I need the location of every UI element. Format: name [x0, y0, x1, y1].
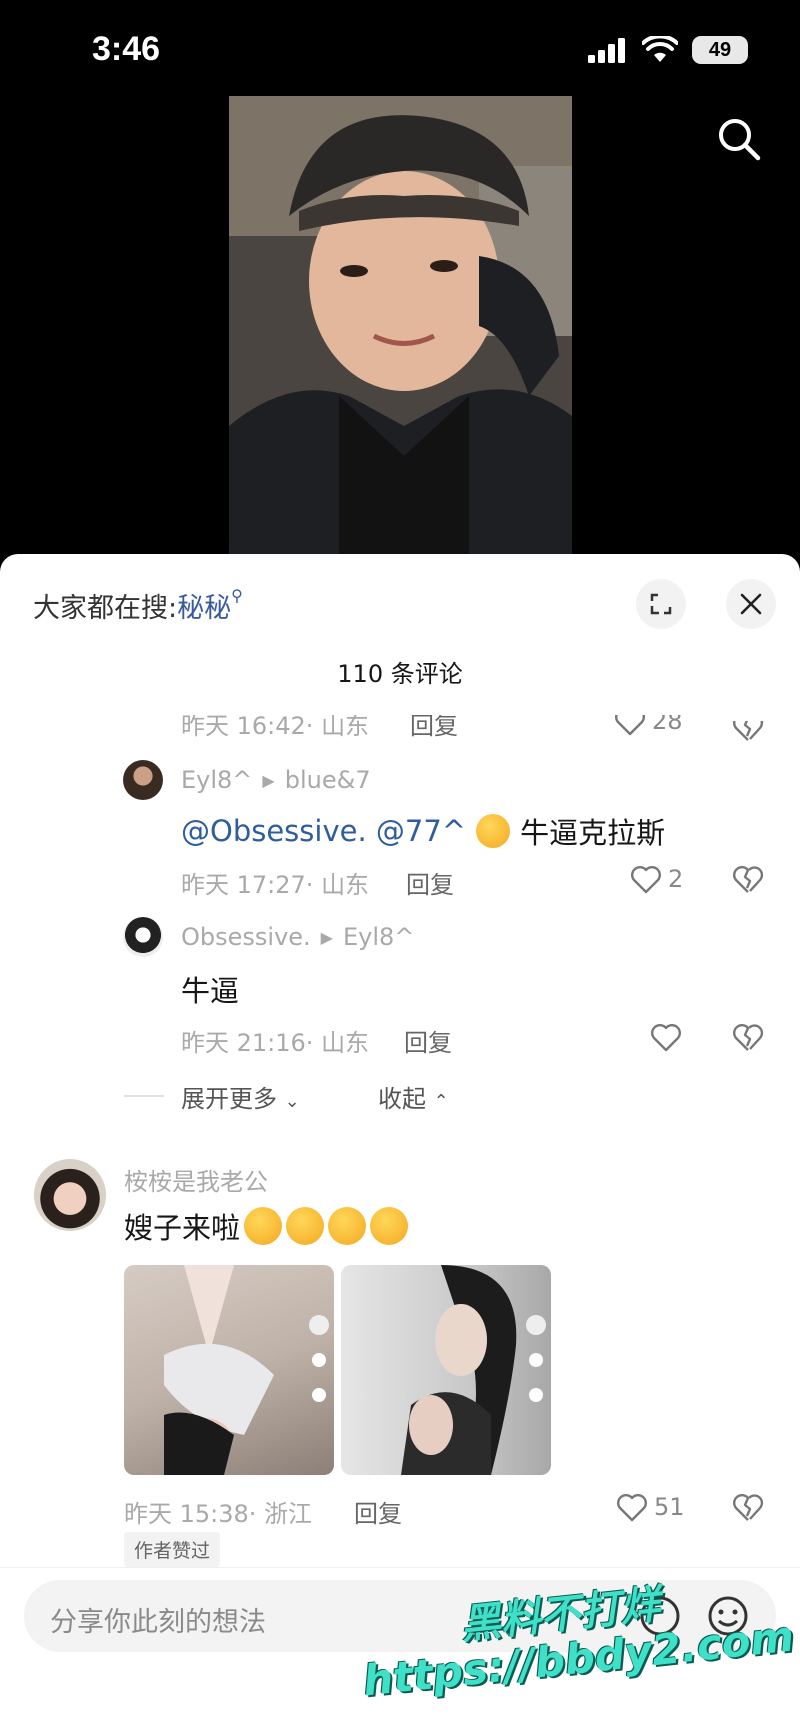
reply-button[interactable]: 回复 — [354, 1494, 402, 1529]
broken-heart-icon[interactable] — [732, 1492, 764, 1522]
reply-button[interactable]: 回复 — [406, 865, 454, 900]
comment-time: 昨天 16:42 — [181, 712, 306, 740]
comment-text: 牛逼克拉斯 — [520, 816, 666, 850]
like-button[interactable]: 2 — [630, 864, 683, 894]
chevron-up-icon: ⌃ — [433, 1091, 449, 1112]
comment-username[interactable]: Eyl8^ — [181, 766, 252, 794]
reply-names: Eyl8^ ▶ blue&7 — [181, 766, 371, 794]
search-small-icon: ⚲ — [231, 586, 243, 605]
status-icons: 49 — [588, 36, 748, 64]
expand-sheet-button[interactable] — [636, 579, 686, 629]
comment-location: 山东 — [321, 712, 370, 740]
comment-location: 浙江 — [264, 1500, 313, 1528]
crying-face-icon — [476, 814, 511, 848]
reply-button[interactable]: 回复 — [404, 1023, 452, 1058]
close-sheet-button[interactable] — [726, 579, 776, 629]
comment-image[interactable] — [124, 1265, 334, 1475]
reply-to-username[interactable]: blue&7 — [285, 766, 371, 794]
comment-meta: 昨天 21:16· 山东 — [181, 1029, 370, 1057]
video-thumbnail — [229, 96, 572, 554]
comment-time: 昨天 21:16 — [181, 1029, 306, 1057]
phone-screen: { "status_bar": { "time": "3:46", "batte… — [0, 0, 800, 1733]
comment-username[interactable]: Obsessive. — [181, 923, 311, 951]
expand-more-button[interactable]: 展开更多 ⌄ — [181, 1079, 300, 1114]
author-liked-badge: 作者赞过 — [124, 1532, 221, 1567]
comment-image[interactable] — [341, 1265, 551, 1475]
comment-user-row: 桉桉是我老公 — [124, 1162, 268, 1197]
status-time: 3:46 — [92, 30, 161, 68]
heart-icon — [617, 1494, 647, 1522]
heart-eyes-icon — [244, 1207, 283, 1245]
avatar[interactable] — [34, 1159, 106, 1231]
comment-body: 牛逼 — [181, 968, 239, 1010]
heart-icon[interactable] — [650, 1022, 682, 1052]
heart-eyes-icon — [370, 1207, 409, 1245]
comment-count-title: 110 条评论 — [337, 660, 463, 688]
hot-search-keyword[interactable]: 秘秘 — [177, 593, 231, 624]
reply-arrow-icon: ▶ — [320, 927, 333, 947]
comment-text: 牛逼 — [181, 974, 240, 1008]
like-count: 2 — [668, 865, 684, 893]
collapse-label: 收起 — [378, 1085, 426, 1113]
comment-meta: 昨天 17:27· 山东 — [181, 871, 370, 899]
comment-body: 嫂子来啦 — [124, 1205, 409, 1247]
divider-line — [124, 1095, 164, 1097]
heart-eyes-icon — [286, 1207, 325, 1245]
hot-search-prefix: 大家都在搜: — [33, 593, 178, 624]
heart-icon — [631, 866, 661, 894]
comment-username[interactable]: 桉桉是我老公 — [124, 1162, 268, 1197]
wifi-icon — [642, 36, 678, 62]
heart-eyes-icon — [328, 1207, 367, 1245]
mention-text[interactable]: @Obsessive. @77^ — [181, 814, 466, 848]
broken-heart-icon[interactable] — [732, 864, 764, 894]
comment-body: @Obsessive. @77^ 牛逼克拉斯 — [181, 810, 665, 852]
image-thumbnail — [164, 1265, 329, 1475]
video-player[interactable] — [229, 96, 572, 554]
comment-time: 昨天 15:38 — [124, 1500, 249, 1528]
replies-expand-row: 展开更多 ⌄ 收起 ⌃ — [0, 1075, 800, 1115]
avatar[interactable] — [123, 917, 163, 957]
comment-location: 山东 — [321, 1029, 370, 1057]
comment-time: 昨天 17:27 — [181, 871, 306, 899]
avatar[interactable] — [123, 760, 163, 800]
search-icon[interactable] — [716, 116, 762, 162]
image-thumbnail — [401, 1265, 546, 1475]
like-button[interactable]: 51 — [616, 1492, 685, 1522]
reply-to-username[interactable]: Eyl8^ — [343, 923, 414, 951]
reply-names: Obsessive. ▶ Eyl8^ — [181, 923, 414, 951]
reply-arrow-icon: ▶ — [262, 770, 275, 790]
comment-location: 山东 — [321, 871, 370, 899]
expand-more-label: 展开更多 — [181, 1085, 277, 1113]
comment-text: 嫂子来啦 — [124, 1211, 241, 1245]
close-icon — [740, 593, 762, 615]
broken-heart-icon[interactable] — [732, 1022, 764, 1052]
hot-search-banner[interactable]: 大家都在搜:秘秘⚲ — [33, 586, 243, 625]
comment-input-placeholder: 分享你此刻的想法 — [50, 1607, 266, 1638]
expand-icon — [650, 593, 672, 615]
battery-indicator: 49 — [692, 36, 748, 64]
signal-icon — [588, 38, 625, 63]
chevron-down-icon: ⌄ — [284, 1091, 300, 1112]
collapse-button[interactable]: 收起 ⌃ — [378, 1079, 449, 1114]
comment-meta: 昨天 15:38· 浙江 — [124, 1500, 313, 1528]
like-count: 51 — [654, 1493, 685, 1521]
